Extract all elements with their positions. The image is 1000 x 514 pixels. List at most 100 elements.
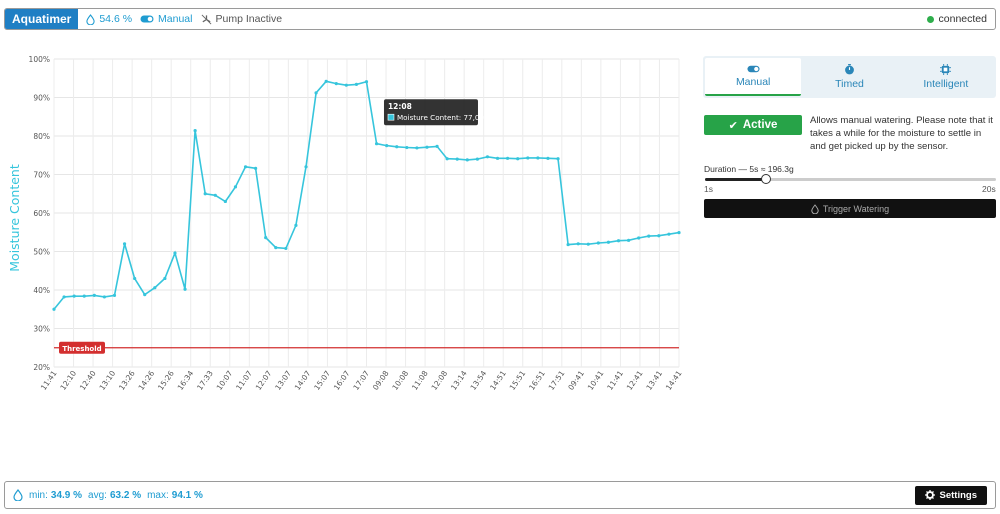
data-point bbox=[233, 185, 238, 189]
tab-timed-label: Timed bbox=[835, 78, 864, 90]
data-point bbox=[243, 165, 248, 169]
y-tick-label: 60% bbox=[33, 209, 50, 218]
tooltip-value: Moisture Content: 77,09 bbox=[397, 113, 485, 122]
timer-icon bbox=[845, 64, 854, 75]
trigger-watering-button[interactable]: Trigger Watering bbox=[704, 199, 996, 218]
duration-slider[interactable] bbox=[705, 174, 996, 184]
data-point bbox=[465, 158, 469, 162]
avg-value: 63.2 % bbox=[109, 489, 142, 501]
data-point bbox=[304, 165, 308, 169]
x-tick-label: 17:51 bbox=[547, 369, 567, 392]
duration-label: Duration — 5s ≈ 196.3g bbox=[704, 164, 794, 174]
data-point bbox=[626, 238, 631, 242]
y-tick-label: 50% bbox=[33, 248, 50, 257]
x-tick-label: 11:41 bbox=[39, 369, 59, 392]
x-tick-label: 10:41 bbox=[586, 369, 606, 392]
x-tick-label: 14:07 bbox=[293, 369, 313, 392]
data-point bbox=[455, 157, 459, 161]
data-point bbox=[596, 241, 600, 245]
data-point bbox=[385, 144, 389, 148]
x-tick-label: 16:07 bbox=[332, 369, 352, 392]
y-tick-label: 100% bbox=[29, 55, 50, 64]
data-point bbox=[506, 156, 510, 160]
y-tick-label: 80% bbox=[33, 132, 50, 141]
brand-logo[interactable]: Aquatimer bbox=[5, 9, 79, 29]
data-point bbox=[153, 286, 157, 290]
x-tick-label: 15:26 bbox=[156, 369, 176, 392]
footer-stats-bar: min: 34.9 % avg: 63.2 % max: 94.1 % Sett… bbox=[4, 481, 996, 509]
x-tick-label: 14:51 bbox=[488, 369, 508, 392]
data-point bbox=[314, 91, 318, 95]
data-point bbox=[374, 142, 379, 146]
tab-intelligent[interactable]: Intelligent bbox=[898, 58, 994, 96]
data-point bbox=[274, 246, 278, 250]
data-point bbox=[576, 242, 580, 246]
data-point bbox=[566, 242, 570, 247]
x-tick-label: 16:34 bbox=[176, 369, 196, 392]
tab-manual[interactable]: Manual bbox=[705, 58, 802, 96]
data-point bbox=[495, 156, 500, 160]
active-label: Active bbox=[742, 119, 778, 131]
toggle-icon bbox=[140, 15, 154, 23]
data-point bbox=[445, 157, 449, 161]
top-status-bar: Aquatimer 54.6 % Manual Pump Inactive co… bbox=[4, 8, 996, 30]
chip-icon bbox=[940, 64, 952, 75]
data-point bbox=[193, 129, 197, 133]
tab-timed[interactable]: Timed bbox=[801, 58, 897, 96]
x-tick-label: 15:07 bbox=[312, 369, 332, 392]
data-point bbox=[264, 236, 268, 240]
data-point bbox=[526, 156, 530, 160]
slider-thumb[interactable] bbox=[761, 174, 772, 184]
x-tick-label: 12:10 bbox=[58, 369, 78, 392]
data-point bbox=[637, 236, 641, 240]
connection-status: connected bbox=[926, 13, 987, 25]
data-point bbox=[364, 80, 369, 84]
threshold-label: Threshold bbox=[62, 345, 101, 353]
data-point bbox=[183, 287, 187, 291]
pump-status: Pump Inactive bbox=[201, 13, 282, 25]
data-point bbox=[657, 234, 661, 238]
data-point bbox=[112, 293, 117, 297]
data-point bbox=[395, 145, 399, 149]
data-point bbox=[133, 276, 137, 281]
data-point bbox=[354, 82, 359, 87]
data-point bbox=[556, 157, 560, 161]
x-tick-label: 17:07 bbox=[351, 369, 371, 392]
y-axis-label: Moisture Content bbox=[7, 164, 22, 272]
x-tick-label: 15:51 bbox=[508, 369, 528, 392]
data-point bbox=[254, 166, 258, 170]
moisture-status: 54.6 % bbox=[86, 13, 132, 25]
data-point bbox=[546, 156, 550, 160]
data-point bbox=[415, 146, 419, 150]
data-point bbox=[586, 242, 590, 246]
gear-icon bbox=[924, 490, 935, 500]
mode-tabs: Manual Timed Intelligent bbox=[703, 56, 996, 98]
data-point bbox=[62, 295, 66, 299]
x-tick-label: 10:08 bbox=[390, 369, 410, 392]
max-value: 94.1 % bbox=[171, 489, 203, 501]
connection-label: connected bbox=[938, 13, 987, 25]
moisture-chart: 20% 30% 40% 50% 60% 70% 80% 90% 100% 11:41 12:10 12… bbox=[0, 46, 690, 396]
x-tick-label: 13:41 bbox=[644, 369, 664, 392]
data-point bbox=[606, 240, 611, 244]
x-tick-label: 14:41 bbox=[664, 369, 684, 392]
data-point bbox=[223, 199, 227, 204]
data-point bbox=[82, 294, 86, 298]
x-tick-label: 11:41 bbox=[605, 369, 625, 392]
data-point bbox=[677, 231, 681, 235]
droplet-icon bbox=[13, 489, 23, 501]
data-point bbox=[344, 83, 348, 87]
chart-svg: 20%30%40%50%60%70%80%90%100%11:41 12:10 12… bbox=[7, 55, 684, 392]
data-point bbox=[485, 155, 490, 159]
connection-dot-icon bbox=[926, 15, 934, 23]
x-tick-label: 11:08 bbox=[410, 369, 430, 392]
x-tick-label: 14:26 bbox=[137, 369, 157, 392]
x-tick-label: 09:41 bbox=[566, 369, 586, 392]
x-tick-label: 12:41 bbox=[625, 369, 645, 392]
droplet-icon bbox=[86, 13, 95, 25]
checkmark-icon: ✔ bbox=[728, 119, 738, 132]
active-button[interactable]: ✔ Active bbox=[704, 115, 802, 135]
data-point bbox=[294, 223, 298, 227]
y-tick-label: 70% bbox=[33, 171, 50, 180]
settings-button[interactable]: Settings bbox=[914, 485, 987, 505]
